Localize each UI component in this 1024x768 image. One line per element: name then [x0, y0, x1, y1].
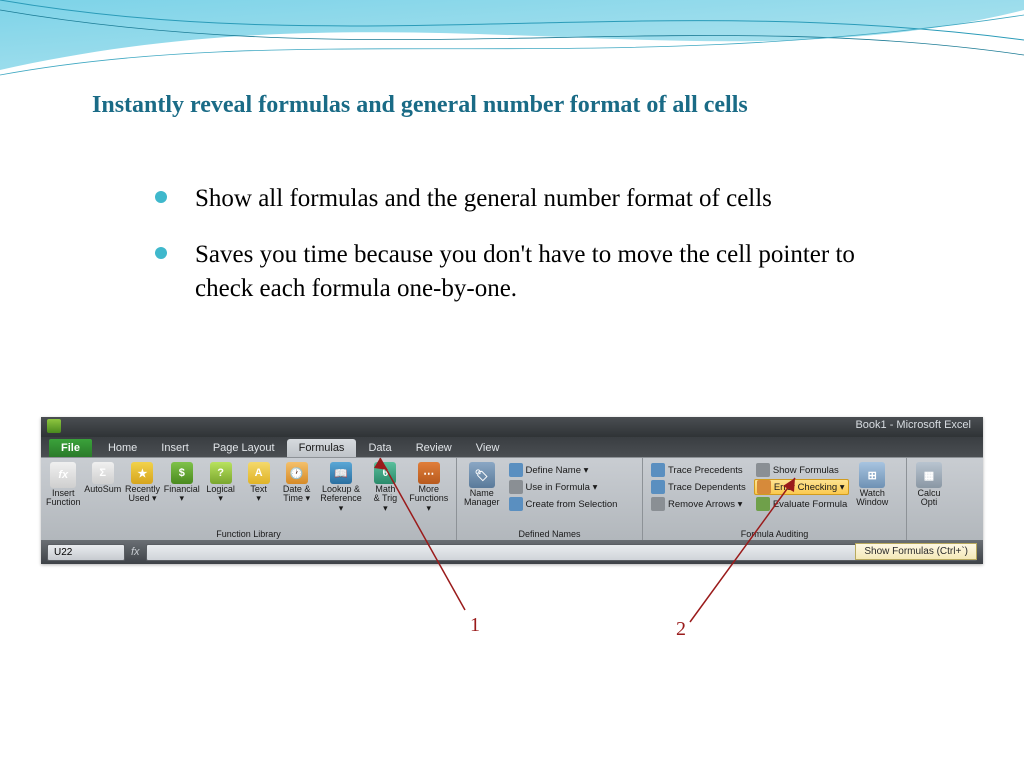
show-formulas-tooltip: Show Formulas (Ctrl+`) — [855, 543, 977, 560]
dollar-icon: $ — [171, 462, 193, 484]
formula-bar: U22 fx — [41, 540, 983, 564]
fx-label: fx — [131, 546, 140, 558]
watch-window-button[interactable]: ⊞WatchWindow — [853, 460, 891, 540]
callout-arrow-1 — [340, 450, 500, 630]
sigma-icon: Σ — [92, 462, 114, 484]
slide-title: Instantly reveal formulas and general nu… — [92, 92, 748, 119]
tag-small-icon — [509, 463, 523, 477]
document-title: Book1 - Microsoft Excel — [855, 419, 971, 431]
callout-label-2: 2 — [676, 618, 686, 641]
tab-home[interactable]: Home — [96, 439, 149, 457]
bullet-item: Saves you time because you don't have to… — [155, 238, 875, 306]
bullet-list: Show all formulas and the general number… — [155, 182, 875, 327]
date-time-button[interactable]: 🕐Date &Time ▾ — [279, 460, 315, 540]
insert-function-button[interactable]: fxInsertFunction — [45, 460, 81, 540]
formula-input[interactable] — [146, 544, 977, 561]
use-in-formula-button[interactable]: Use in Formula ▾ — [507, 479, 620, 495]
callout-label-1: 1 — [470, 614, 480, 637]
logical-button[interactable]: ?Logical▾ — [203, 460, 239, 540]
ribbon-tabs: File Home Insert Page Layout Formulas Da… — [41, 437, 983, 457]
financial-button[interactable]: $Financial▾ — [163, 460, 201, 540]
calculator-icon: ▦ — [916, 462, 942, 488]
ribbon-groups: fxInsertFunction ΣAutoSum ★RecentlyUsed … — [41, 457, 983, 540]
star-icon: ★ — [131, 462, 153, 484]
define-name-button[interactable]: Define Name ▾ — [507, 462, 620, 478]
titlebar: Book1 - Microsoft Excel — [41, 417, 983, 437]
tab-file[interactable]: File — [49, 439, 92, 457]
group-calculation: ▦CalcuOpti — [907, 458, 983, 540]
tab-insert[interactable]: Insert — [149, 439, 201, 457]
excel-ribbon-screenshot: Book1 - Microsoft Excel File Home Insert… — [41, 417, 983, 564]
bullet-item: Show all formulas and the general number… — [155, 182, 875, 216]
tab-page-layout[interactable]: Page Layout — [201, 439, 287, 457]
text-button[interactable]: AText▾ — [241, 460, 277, 540]
question-icon: ? — [210, 462, 232, 484]
fx-icon: fx — [50, 462, 76, 488]
window-icon: ⊞ — [859, 462, 885, 488]
grid-small-icon — [509, 497, 523, 511]
clock-icon: 🕐 — [286, 462, 308, 484]
excel-icon — [47, 419, 61, 433]
letter-a-icon: A — [248, 462, 270, 484]
autosum-button[interactable]: ΣAutoSum — [83, 460, 122, 540]
calculation-options-button[interactable]: ▦CalcuOpti — [911, 460, 947, 540]
create-from-selection-button[interactable]: Create from Selection — [507, 496, 620, 512]
callout-arrow-2 — [660, 470, 820, 640]
recently-used-button[interactable]: ★RecentlyUsed ▾ — [124, 460, 161, 540]
name-box[interactable]: U22 — [47, 544, 125, 561]
fx-small-icon — [509, 480, 523, 494]
